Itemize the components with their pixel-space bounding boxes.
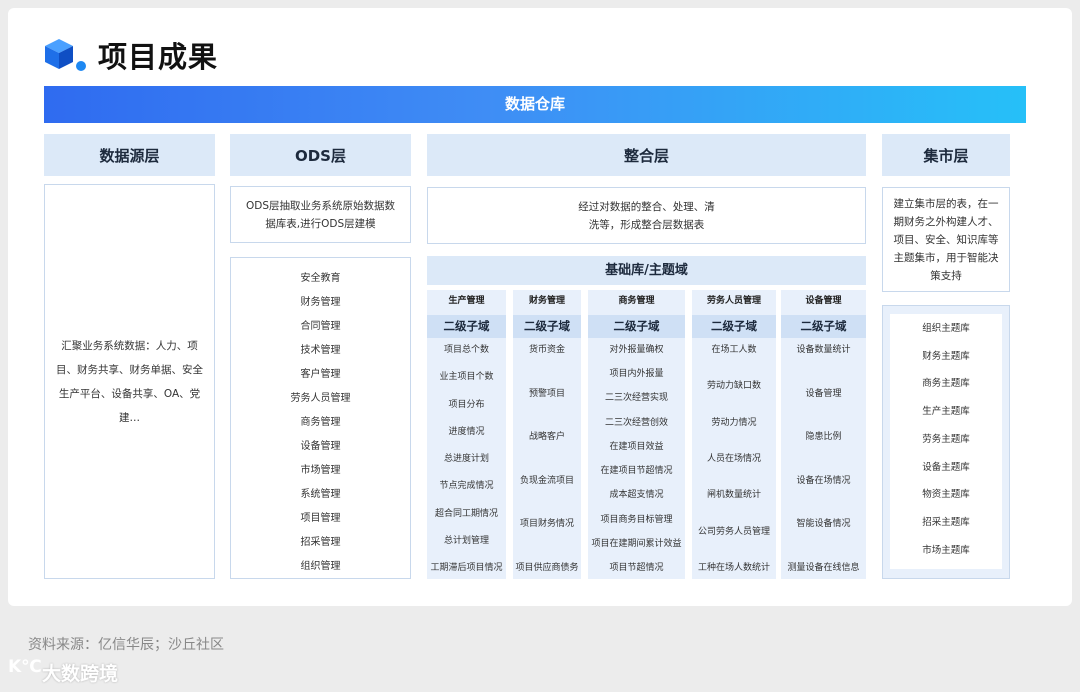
domain-metric-item: 预警项目 xyxy=(528,388,565,399)
domain-metric-item: 公司劳务人员管理 xyxy=(697,526,770,537)
domain-metric-item: 二三次经营创效 xyxy=(604,417,668,428)
domain-column: 财务管理二级子域货币资金预警项目战略客户负现金流项目 项目财务情况 项目供应商债务 xyxy=(513,290,581,579)
mart-theme-item: 生产主题库 xyxy=(922,406,970,418)
ods-table-item: 安全教育 xyxy=(300,273,341,284)
domain-column-title: 财务管理 xyxy=(528,296,565,306)
ods-table-item: 招采管理 xyxy=(300,537,341,548)
domain-metric-item: 项目财务情况 xyxy=(519,519,574,530)
ods-table-item: 财务管理 xyxy=(300,297,341,308)
domain-metric-item: 进度情况 xyxy=(448,426,485,437)
domain-metric-item: 在建项目节超情况 xyxy=(600,466,673,477)
integration-layer-description: 经过对数据的整合、处理、清 洗等，形成整合层数据表 xyxy=(427,187,866,244)
domain-metric-item: 项目内外报量 xyxy=(609,369,664,380)
ods-table-item: 设备管理 xyxy=(300,441,341,452)
ods-table-item: 项目管理 xyxy=(300,513,341,524)
mart-theme-item: 市场主题库 xyxy=(922,544,970,556)
domain-metric-item: 隐患比例 xyxy=(805,432,842,443)
integration-desc-line-2: 洗等，形成整合层数据表 xyxy=(588,218,705,231)
domain-column: 生产管理二级子域项目总个数业主项目个数 项目分布进度情况总进度计划节点完成情况 超合… xyxy=(427,290,506,579)
domain-column-title: 生产管理 xyxy=(448,296,485,306)
ods-table-item: 客户管理 xyxy=(300,369,341,380)
domain-metric-item: 总进度计划 xyxy=(443,454,489,464)
domain-metric-item: 战略客户 xyxy=(528,432,565,443)
domain-metric-item: 设备管理 xyxy=(805,388,842,399)
domain-metric-item: 设备数量统计 xyxy=(796,345,851,355)
sub-domain-label: 二级子域 xyxy=(692,315,776,338)
domain-metric-item: 项目在建期间累计效益 xyxy=(591,538,682,549)
domain-metric-item: 劳动力缺口数 xyxy=(706,381,761,392)
mart-theme-item: 劳务主题库 xyxy=(922,433,970,445)
ods-layer-header: ODS层 xyxy=(230,134,411,176)
sub-domain-label: 二级子域 xyxy=(588,315,685,338)
domain-metric-item: 项目供应商债务 xyxy=(515,563,579,573)
mart-theme-item: 物资主题库 xyxy=(922,489,970,501)
mart-layer-description: 建立集市层的表，在一期财务之外构建人才、项目、安全、知识库等主题集市，用于智能决… xyxy=(882,187,1010,292)
mart-theme-item: 设备主题库 xyxy=(922,461,970,473)
mart-layer-header: 集市层 xyxy=(882,134,1010,176)
ods-layer-description: ODS层抽取业务系统原始数据数据库表,进行ODS层建模 xyxy=(230,186,411,243)
ods-table-item: 市场管理 xyxy=(300,465,341,476)
domain-metric-item: 成本超支情况 xyxy=(609,490,664,501)
domain-metric-item: 智能设备情况 xyxy=(796,519,851,530)
base-library-header: 基础库/主题域 xyxy=(427,256,866,285)
watermark-text: 大数跨境 xyxy=(42,663,119,685)
domain-metric-item: 总计划管理 xyxy=(443,535,489,546)
mart-theme-list: 组织主题库财务主题库商务主题库生产主题库劳务主题库设备主题库物资主题库招采主题库… xyxy=(882,305,1010,579)
domain-metric-item: 工种在场人数统计 xyxy=(697,563,770,573)
ods-table-item: 技术管理 xyxy=(300,345,341,356)
mart-theme-item: 商务主题库 xyxy=(922,378,970,390)
domain-metric-item: 在建项目效益 xyxy=(609,441,664,452)
domain-metric-item: 项目节超情况 xyxy=(609,563,664,573)
domain-metric-item: 闸机数量统计 xyxy=(706,490,761,501)
domain-column-title: 设备管理 xyxy=(805,296,842,306)
domain-metric-item: 劳动力情况 xyxy=(711,417,757,428)
source-layer-header: 数据源层 xyxy=(44,134,215,176)
watermark-logo-icon: K℃ xyxy=(8,657,42,677)
source-layer-description: 汇聚业务系统数据：人力、项目、财务共享、财务单据、安全生产平台、设备共享、OA、… xyxy=(44,184,215,579)
domain-metric-item: 二三次经营实现 xyxy=(604,393,668,404)
mart-theme-item: 财务主题库 xyxy=(922,350,970,362)
domain-metric-item: 业主项目个数 xyxy=(439,372,494,383)
domain-column-title: 劳务人员管理 xyxy=(706,296,761,306)
ods-table-list: 安全教育财务管理合同管理技术管理客户管理劳务人员管理 商务管理设备管理市场管理系统… xyxy=(230,257,411,579)
integration-layer-header: 整合层 xyxy=(427,134,866,176)
domain-metric-item: 节点完成情况 xyxy=(439,481,494,492)
domain-metric-item: 在场工人数 xyxy=(711,345,757,355)
domain-metric-item: 工期滞后项目情况 xyxy=(430,563,503,573)
domain-metric-item: 项目总个数 xyxy=(443,345,489,355)
domain-metric-item: 货币资金 xyxy=(528,345,565,355)
sub-domain-label: 二级子域 xyxy=(781,315,866,338)
ods-table-item: 系统管理 xyxy=(300,489,341,500)
sub-domain-label: 二级子域 xyxy=(427,315,506,338)
cube-logo-icon xyxy=(45,39,86,71)
domain-metric-item: 项目商务目标管理 xyxy=(600,514,673,525)
source-caption: 资料来源：亿信华辰；沙丘社区 xyxy=(28,637,224,653)
domain-metric-item: 项目分布 xyxy=(448,399,485,410)
domain-column: 劳务人员管理二级子域在场工人数劳动力缺口数 劳动力情况人员在场情况 闸机数量统计 公司… xyxy=(692,290,776,579)
domain-metric-item: 超合同工期情况 xyxy=(434,508,498,519)
domain-metric-item: 设备在场情况 xyxy=(796,475,851,486)
domain-metric-item: 对外报量确权 xyxy=(609,345,664,355)
domain-metric-item: 负现金流项目 xyxy=(519,475,574,486)
sub-domain-label: 二级子域 xyxy=(513,315,581,338)
page-title: 项目成果 xyxy=(98,40,219,74)
mart-theme-list-inner: 组织主题库财务主题库商务主题库生产主题库劳务主题库设备主题库物资主题库招采主题库… xyxy=(890,314,1002,569)
data-warehouse-banner: 数据仓库 xyxy=(44,86,1026,123)
domain-metric-item: 测量设备在线信息 xyxy=(787,563,860,573)
mart-theme-item: 招采主题库 xyxy=(922,516,970,528)
ods-table-item: 合同管理 xyxy=(300,321,341,332)
integration-desc-line-1: 经过对数据的整合、处理、清 xyxy=(578,200,715,213)
domain-metric-item: 人员在场情况 xyxy=(706,454,761,464)
domain-column: 设备管理 二级子域 设备数量统计 设备管理 隐患比例 设备在场情况 智能设备情况 测量设备在线… xyxy=(781,290,866,579)
ods-table-item: 商务管理 xyxy=(300,417,341,428)
domain-column: 商务管理二级子域对外报量确权 项目内外报量 二三次经营实现 二三次经营创效 在建项目效益… xyxy=(588,290,685,579)
mart-theme-item: 组织主题库 xyxy=(922,323,970,334)
domain-column-title: 商务管理 xyxy=(618,296,655,306)
ods-table-item: 组织管理 xyxy=(300,561,341,572)
ods-table-item: 劳务人员管理 xyxy=(290,393,351,404)
